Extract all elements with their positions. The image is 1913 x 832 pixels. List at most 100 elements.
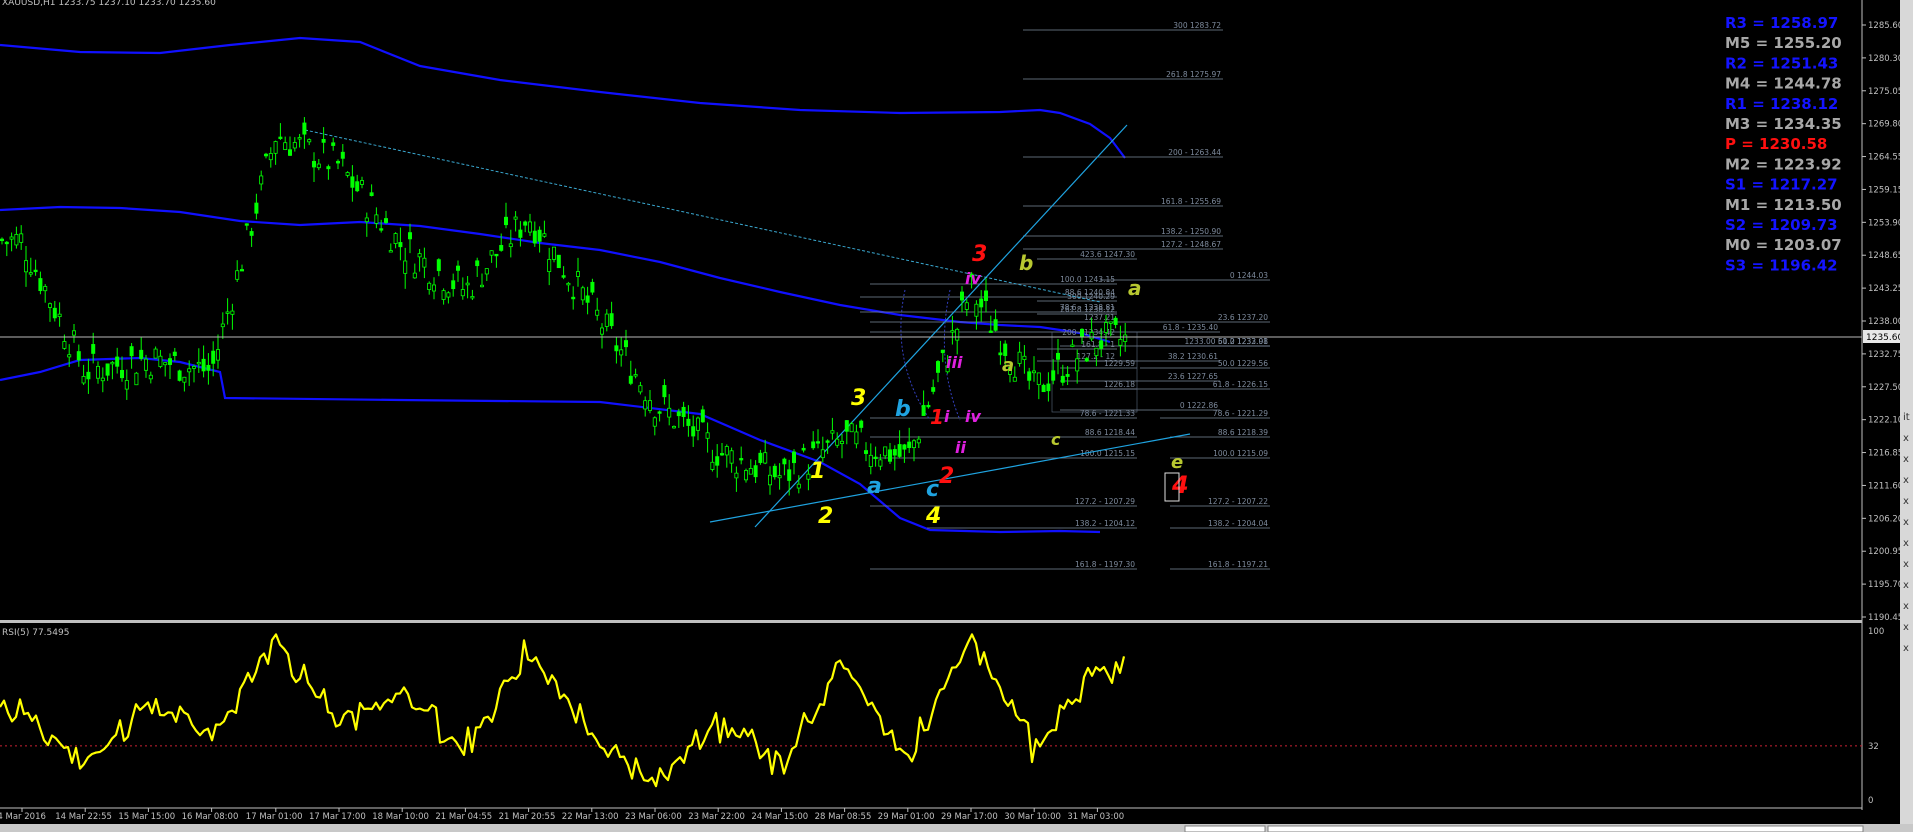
candle-body: [475, 260, 480, 267]
fib-level-label: 23.6 1237.20: [1218, 313, 1268, 322]
candle-body: [595, 309, 600, 316]
wave-label: 3: [851, 386, 866, 411]
candle-body: [984, 290, 989, 301]
side-panel-button[interactable]: x: [1903, 538, 1909, 549]
time-tick-label: 28 Mar 08:55: [815, 812, 872, 822]
candle-body: [355, 181, 360, 192]
candle-body: [307, 139, 312, 143]
candle-body: [163, 362, 168, 366]
candle-body: [417, 253, 422, 258]
side-panel-button[interactable]: x: [1903, 517, 1909, 528]
side-panel-button[interactable]: x: [1903, 643, 1909, 654]
candle-body: [302, 122, 307, 135]
candle-body: [1094, 347, 1099, 356]
candle-body: [484, 268, 489, 275]
candle-body: [936, 361, 941, 373]
fib-level-label: 261.8 1275.97: [1166, 70, 1221, 79]
candle-body: [446, 292, 451, 298]
candle-body: [672, 426, 677, 429]
wave-label: 4: [925, 504, 941, 529]
candle-body: [859, 420, 864, 428]
candle-body: [182, 376, 187, 383]
side-panel-button[interactable]: x: [1903, 601, 1909, 612]
side-panel-button[interactable]: it: [1903, 412, 1910, 423]
candle-body: [278, 136, 283, 139]
candle-body: [14, 233, 19, 246]
chart-background: [0, 0, 1913, 832]
candle-body: [883, 446, 888, 457]
side-panel-button[interactable]: x: [1903, 454, 1909, 465]
candle-body: [681, 406, 686, 418]
candle-body: [129, 346, 134, 357]
candle-body: [335, 160, 340, 164]
pivot-level-label: R1 = 1238.12: [1725, 95, 1838, 113]
side-panel-button[interactable]: x: [1903, 433, 1909, 444]
wave-label: iii: [946, 353, 963, 372]
candle-body: [441, 290, 446, 300]
fib-level-label: 127.2 - 1207.22: [1208, 497, 1268, 506]
candle-body: [960, 291, 965, 301]
candle-body: [52, 307, 57, 319]
fib-level-label: 138.2 - 1204.12: [1075, 519, 1135, 528]
time-tick-label: 17 Mar 01:00: [246, 812, 303, 822]
candle-body: [422, 257, 427, 268]
candle-body: [777, 475, 782, 479]
time-tick-label: 14 Mar 22:55: [55, 812, 112, 822]
price-tick-label: 1232.75: [1868, 350, 1903, 360]
candle-body: [311, 160, 316, 168]
candle-body: [407, 232, 412, 240]
fib-level-label: 200 - 1263.44: [1168, 148, 1221, 157]
candle-body: [1080, 328, 1085, 338]
candle-body: [153, 348, 158, 359]
candle-body: [431, 284, 436, 292]
candle-body: [691, 426, 696, 437]
wave-label: a: [867, 474, 882, 499]
scroll-handle-right[interactable]: [1267, 825, 1864, 832]
fib-level-label: 127.2 - 1248.67: [1161, 240, 1221, 249]
price-tick-label: 1269.80: [1868, 120, 1903, 130]
symbol-header: XAUUSD,H1 1233.75 1237.10 1233.70 1235.6…: [2, 0, 216, 8]
fib-level-label: 100.0 1243.15: [1060, 275, 1115, 284]
side-panel-button[interactable]: x: [1903, 559, 1909, 570]
wave-label: c: [1051, 430, 1061, 449]
side-panel-button[interactable]: x: [1903, 475, 1909, 486]
fib-level-label: 1226.18: [1104, 380, 1135, 389]
fib-level-label: 61.2 1232.98: [1218, 337, 1268, 346]
panel-separator[interactable]: [0, 620, 1862, 623]
candle-body: [1022, 355, 1027, 360]
candle-body: [705, 432, 710, 439]
candle-body: [700, 409, 705, 423]
candle-body: [542, 233, 547, 237]
candle-body: [143, 358, 148, 371]
candle-body: [220, 323, 225, 328]
candle-body: [1070, 344, 1075, 347]
side-panel-button[interactable]: x: [1903, 580, 1909, 591]
candle-body: [604, 313, 609, 327]
wave-label: ii: [955, 438, 966, 457]
candle-body: [556, 254, 561, 269]
pivot-level-label: P = 1230.58: [1725, 135, 1827, 153]
fib-level-label: 161.8 - 1197.21: [1208, 560, 1268, 569]
pivot-level-label: S3 = 1196.42: [1725, 256, 1838, 274]
candle-body: [177, 370, 182, 381]
candle-body: [897, 444, 902, 457]
side-panel-button[interactable]: x: [1903, 496, 1909, 507]
candle-body: [230, 310, 235, 315]
candle-body: [758, 452, 763, 463]
time-tick-label: 18 Mar 10:00: [372, 812, 429, 822]
candle-body: [825, 440, 830, 443]
candle-body: [72, 330, 77, 336]
candle-body: [455, 265, 460, 271]
candle-body: [561, 275, 566, 278]
fib-level-label: 0 1244.03: [1230, 271, 1268, 280]
candle-body: [38, 278, 43, 292]
candle-body: [638, 385, 643, 393]
candle-body: [340, 151, 345, 159]
pivot-level-label: M2 = 1223.92: [1725, 155, 1842, 173]
side-panel-button[interactable]: x: [1903, 622, 1909, 633]
rsi-title: RSI(5) 77.5495: [2, 628, 69, 638]
trading-chart[interactable]: XAUUSD,H1 1233.75 1237.10 1233.70 1235.6…: [0, 0, 1913, 832]
candle-body: [33, 269, 38, 273]
wave-label: iv: [965, 269, 981, 288]
scroll-handle-left[interactable]: [1184, 825, 1266, 832]
